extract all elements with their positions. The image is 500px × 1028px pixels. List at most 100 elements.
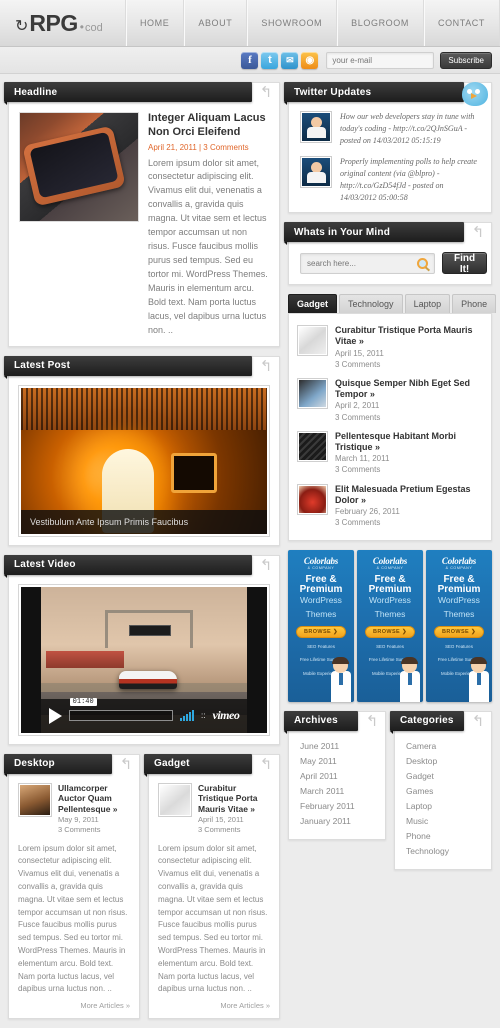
gadget-content: Curabitur Tristique Porta Mauris Vitae »… (149, 774, 279, 996)
post-date: March 11, 2011 (335, 454, 390, 464)
ad-company: & COMPANY (445, 565, 473, 570)
nav-item-blogroom[interactable]: BLOGROOM (336, 0, 423, 46)
post-thumbnail[interactable] (297, 377, 328, 409)
facebook-icon[interactable]: f (241, 51, 259, 69)
post-thumbnail[interactable] (297, 325, 328, 356)
ad-line4: Themes (374, 609, 406, 620)
page-body: Headline ↰ Integer Aliquam Lacus Non Orc… (0, 74, 500, 1028)
vimeo-logo[interactable]: vimeo (213, 708, 240, 723)
headline-post-title[interactable]: Integer Aliquam Lacus Non Orci Eleifend (148, 112, 271, 140)
headline-thumbnail[interactable] (19, 112, 139, 222)
tab-content: Curabitur Tristique Porta Mauris Vitae »… (288, 313, 492, 541)
nav-item-about[interactable]: ABOUT (183, 0, 246, 46)
post-title[interactable]: Quisque Semper Nibh Eget Sed Tempor » (335, 378, 483, 401)
nav-item-showroom[interactable]: SHOWROOM (246, 0, 336, 46)
rss-icon[interactable]: ◉ (301, 51, 319, 69)
ad-line2: Premium (437, 584, 481, 595)
post-date: February 26, 2011 (335, 507, 400, 517)
list-item[interactable]: Music (406, 814, 481, 829)
ad-browse-button[interactable]: BROWSE ❯ (295, 626, 347, 639)
latest-post-media[interactable]: Vestibulum Ante Ipsum Primis Faucibus (18, 384, 270, 537)
curl-icon: ↰ (259, 755, 273, 773)
list-item[interactable]: January 2011 (300, 814, 375, 829)
video-frame[interactable]: 01:40 :: vimeo (18, 583, 270, 736)
desktop-post-title[interactable]: Ullamcorper Auctor Quam Pellentesque » (58, 783, 131, 815)
video-progress-bar[interactable]: 01:40 (68, 698, 174, 722)
list-item: Elit Malesuada Pretium Egestas Dolor » F… (297, 480, 483, 533)
twitter-icon[interactable]: t (261, 51, 279, 69)
subscribe-button[interactable]: Subscribe (440, 51, 492, 69)
ad-line2: Premium (299, 584, 343, 595)
list-item[interactable]: Desktop (406, 754, 481, 769)
ad-banner[interactable]: Colorlabs & COMPANY Free & Premium WordP… (426, 549, 492, 702)
gadget-column: Gadget ↰ Curabitur Tristique Porta Mauri… (144, 753, 280, 1028)
post-title[interactable]: Curabitur Tristique Porta Mauris Vitae » (335, 325, 483, 348)
gadget-more-link[interactable]: More Articles » (149, 996, 279, 1010)
list-item[interactable]: February 2011 (300, 799, 375, 814)
category-tabs: Gadget Technology Laptop Phone (288, 294, 497, 313)
search-box[interactable] (300, 252, 435, 274)
list-item[interactable]: Technology (406, 844, 481, 859)
video-player[interactable]: 01:40 :: vimeo (21, 586, 267, 733)
list-item[interactable]: Laptop (406, 799, 481, 814)
post-title[interactable]: Pellentesque Habitant Morbi Tristique » (335, 431, 483, 454)
avatar[interactable] (300, 156, 332, 188)
list-item[interactable]: Camera (406, 739, 481, 754)
post-thumbnail[interactable] (297, 483, 328, 515)
gadget-panel: Gadget ↰ Curabitur Tristique Porta Mauri… (144, 753, 280, 1020)
search-input[interactable] (307, 258, 417, 268)
list-item[interactable]: Phone (406, 829, 481, 844)
ad-banner[interactable]: Colorlabs & COMPANY Free & Premium WordP… (357, 549, 423, 702)
twitter-panel: Twitter Updates How our web developers s… (284, 82, 492, 213)
headline-panel: Headline ↰ Integer Aliquam Lacus Non Orc… (4, 82, 280, 347)
desktop-more-link[interactable]: More Articles » (9, 996, 139, 1010)
avatar[interactable] (300, 111, 332, 143)
play-icon[interactable] (48, 707, 62, 724)
email-icon[interactable]: ✉ (281, 51, 299, 69)
search-icon[interactable] (417, 257, 428, 269)
post-photo (299, 432, 326, 460)
list-item[interactable]: Games (406, 784, 481, 799)
list-item[interactable]: Gadget (406, 769, 481, 784)
list-item[interactable]: May 2011 (300, 754, 375, 769)
ad-line3: WordPress (438, 594, 480, 605)
email-input[interactable] (326, 51, 435, 69)
list-item[interactable]: June 2011 (300, 739, 375, 754)
list-item[interactable]: April 2011 (300, 769, 375, 784)
tab-phone[interactable]: Phone (452, 294, 497, 313)
ad-browse-button[interactable]: BROWSE ❯ (364, 626, 416, 639)
ad-line3: WordPress (369, 594, 411, 605)
ad-brand: Colorlabs (372, 555, 408, 566)
headline-content: Integer Aliquam Lacus Non Orci Eleifend … (9, 102, 279, 338)
subscribe-bar: f t ✉ ◉ Subscribe (0, 47, 500, 74)
avatar-image (302, 158, 330, 186)
logo-dot: • (79, 19, 84, 34)
latest-video-panel: Latest Video ↰ 01:40:: vimeo (4, 554, 280, 745)
category-tabs-panel: Gadget Technology Laptop Phone Curabitur… (288, 294, 497, 541)
gadget-post-title[interactable]: Curabitur Tristique Porta Mauris Vitae » (198, 783, 271, 815)
volume-icon[interactable] (180, 710, 195, 722)
ad-feature-1: SEO Features (307, 644, 335, 650)
post-title[interactable]: Elit Malesuada Pretium Egestas Dolor » (335, 484, 483, 507)
nav-item-home[interactable]: HOME (124, 0, 183, 46)
tab-gadget[interactable]: Gadget (288, 294, 338, 313)
ad-company: & COMPANY (307, 565, 335, 570)
post-meta-block: Elit Malesuada Pretium Egestas Dolor » F… (335, 484, 483, 529)
find-it-button[interactable]: Find It! (442, 252, 488, 275)
post-thumbnail[interactable] (297, 430, 328, 462)
tab-technology[interactable]: Technology (339, 294, 403, 313)
curl-icon: ↰ (365, 712, 379, 730)
ad-banner[interactable]: Colorlabs & COMPANY Free & Premium WordP… (288, 549, 354, 702)
video-timestamp: 01:40 (69, 698, 97, 707)
race-banner (129, 624, 172, 636)
desktop-post-comments: 3 Comments (58, 825, 101, 835)
gadget-photo (160, 784, 190, 815)
desktop-photo (20, 784, 50, 815)
ad-browse-button[interactable]: BROWSE ❯ (433, 626, 485, 639)
site-logo[interactable]: ↻ RPG • cod (0, 10, 103, 37)
tab-laptop[interactable]: Laptop (404, 294, 451, 313)
bottom-columns: Desktop ↰ Ullamcorper Auctor Quam Pellen… (4, 753, 280, 1028)
nav-item-contact[interactable]: CONTACT (422, 0, 500, 46)
list-item[interactable]: March 2011 (300, 784, 375, 799)
archives-section-title: Archives (284, 710, 358, 734)
